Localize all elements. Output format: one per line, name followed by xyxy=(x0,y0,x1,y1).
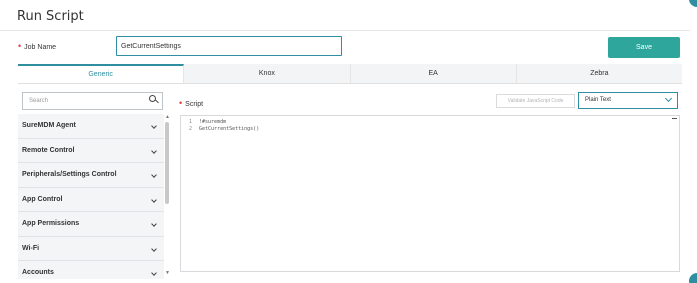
page-title: Run Script xyxy=(17,9,84,24)
tab-generic[interactable]: Generic xyxy=(18,64,185,83)
validate-javascript-button[interactable]: Validate JavaScript Code xyxy=(496,94,575,108)
scrollbar-thumb[interactable] xyxy=(165,122,169,204)
chevron-down-icon xyxy=(664,94,673,103)
chevron-down-icon xyxy=(151,172,157,178)
sidebar-item-suremdm-agent[interactable]: SureMDM Agent xyxy=(18,114,164,139)
required-asterisk-icon: • xyxy=(179,98,183,108)
code-line: 2 GetCurrentSettings() xyxy=(181,126,259,133)
chevron-down-icon xyxy=(151,123,157,129)
sidebar-item-accounts[interactable]: Accounts xyxy=(18,261,164,279)
chevron-down-icon xyxy=(151,270,157,276)
search-placeholder: Search xyxy=(29,98,49,104)
line-number: 2 xyxy=(188,126,192,132)
scroll-down-icon[interactable]: ▼ xyxy=(165,270,170,276)
editor-minimize-icon xyxy=(672,118,677,119)
sidebar-item-app-control[interactable]: App Control xyxy=(18,188,164,212)
code-text: GetCurrentSettings() xyxy=(199,126,260,132)
script-category-list: SureMDM Agent Remote Control Peripherals… xyxy=(18,114,164,279)
chevron-down-icon xyxy=(151,147,157,154)
chevron-down-icon xyxy=(151,245,157,252)
save-button[interactable]: Save xyxy=(608,37,680,58)
code-line: 1 !#suremdm xyxy=(181,119,226,126)
corner-indicator-icon xyxy=(689,0,697,7)
required-asterisk-icon: • xyxy=(18,41,22,51)
tab-knox[interactable]: Knox xyxy=(184,64,351,83)
job-name-input[interactable] xyxy=(116,36,342,56)
language-selected-value: Plain Text xyxy=(585,97,611,103)
title-bar: Run Script xyxy=(0,0,690,31)
tab-ea[interactable]: EA xyxy=(350,64,517,83)
search-icon[interactable] xyxy=(149,95,159,105)
job-name-label: • Job Name xyxy=(18,41,57,51)
sidebar-item-wifi[interactable]: Wi-Fi xyxy=(18,237,164,261)
tab-zebra[interactable]: Zebra xyxy=(516,64,682,83)
script-label: • Script xyxy=(179,98,204,108)
sidebar-item-remote-control[interactable]: Remote Control xyxy=(18,139,164,163)
scroll-up-icon[interactable]: ▲ xyxy=(165,114,170,120)
script-tabs: Generic Knox EA Zebra xyxy=(18,64,682,84)
script-editor[interactable]: 1 !#suremdm 2 GetCurrentSettings() xyxy=(180,115,680,272)
sidebar-item-app-permissions[interactable]: App Permissions xyxy=(18,212,164,237)
sidebar-scrollbar[interactable]: ▲ ▼ xyxy=(164,114,170,279)
chat-launcher-icon[interactable] xyxy=(689,273,697,283)
search-input[interactable]: Search xyxy=(22,92,163,110)
line-number: 1 xyxy=(188,119,192,125)
language-select[interactable]: Plain Text xyxy=(578,92,678,109)
chevron-down-icon xyxy=(151,196,157,203)
sidebar-item-peripherals-settings-control[interactable]: Peripherals/Settings Control xyxy=(18,163,164,188)
code-text: !#suremdm xyxy=(199,119,227,125)
chevron-down-icon xyxy=(151,221,157,227)
